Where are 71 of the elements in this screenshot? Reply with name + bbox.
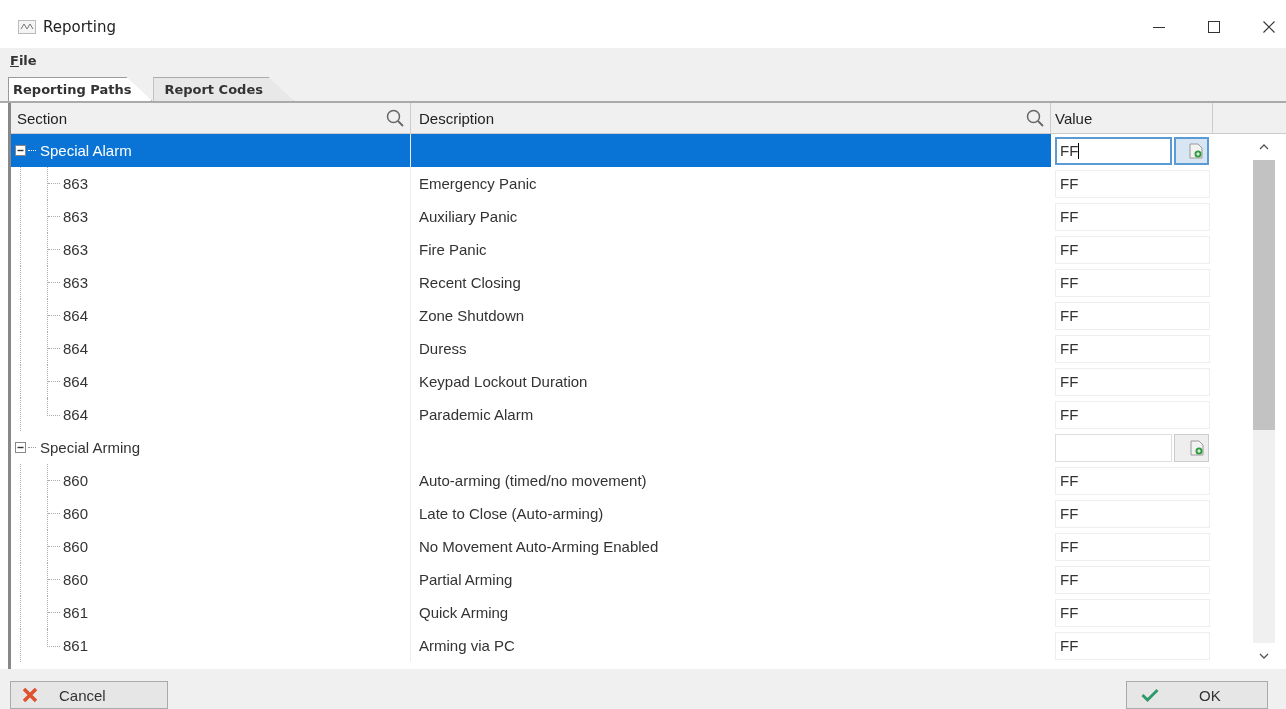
- value-field[interactable]: FF: [1055, 169, 1210, 198]
- value-input[interactable]: FF: [1055, 136, 1172, 165]
- menu-item[interactable]: File: [10, 52, 37, 68]
- value-field[interactable]: FF: [1055, 367, 1210, 396]
- column-header: Section: [17, 109, 68, 127]
- group-label: Special Alarm: [40, 142, 132, 159]
- table-cell: Duress: [419, 340, 467, 357]
- tab[interactable]: Reporting Paths: [8, 77, 153, 101]
- window-title: Reporting: [43, 18, 116, 36]
- table-cell: Auxiliary Panic: [419, 208, 518, 225]
- scroll-up-icon[interactable]: [1259, 144, 1269, 150]
- value-field[interactable]: FF: [1055, 202, 1210, 231]
- value-field[interactable]: FF: [1055, 499, 1210, 528]
- collapse-icon[interactable]: [15, 442, 26, 453]
- table-cell: Fire Panic: [419, 241, 487, 258]
- tab[interactable]: Report Codes: [153, 77, 294, 101]
- tree-row[interactable]: Special Arming: [11, 431, 1213, 464]
- app-icon: [18, 20, 36, 34]
- close-icon: [21, 687, 39, 703]
- file-add-icon: [1190, 439, 1204, 456]
- file-button[interactable]: [1174, 433, 1209, 462]
- close-icon[interactable]: [1262, 20, 1276, 34]
- value-field[interactable]: FF: [1055, 466, 1210, 495]
- table-cell: 860: [63, 571, 89, 588]
- collapse-icon[interactable]: [15, 145, 26, 156]
- table-cell: 864: [63, 307, 89, 324]
- table-cell: 864: [63, 373, 89, 390]
- value-input[interactable]: [1055, 433, 1172, 462]
- value-field[interactable]: FF: [1055, 598, 1210, 627]
- search-icon[interactable]: [1026, 109, 1044, 127]
- table-cell: 864: [63, 406, 89, 423]
- value-field[interactable]: FF: [1055, 400, 1210, 429]
- table-cell: 860: [63, 505, 89, 522]
- maximize-icon[interactable]: [1207, 20, 1221, 34]
- table-cell: 861: [63, 604, 89, 621]
- table-cell: 864: [63, 340, 89, 357]
- table-cell: Quick Arming: [419, 604, 509, 621]
- table-cell: Zone Shutdown: [419, 307, 525, 324]
- table-cell: Parademic Alarm: [419, 406, 534, 423]
- file-add-icon: [1189, 142, 1203, 159]
- search-icon[interactable]: [386, 109, 404, 127]
- checkmark-icon: [1141, 687, 1159, 703]
- table-cell: 863: [63, 241, 89, 258]
- table-cell: Recent Closing: [419, 274, 521, 291]
- table-cell: Emergency Panic: [419, 175, 537, 192]
- value-field[interactable]: FF: [1055, 235, 1210, 264]
- value-field[interactable]: FF: [1055, 301, 1210, 330]
- table-cell: Partial Arming: [419, 571, 513, 588]
- scroll-down-icon[interactable]: [1259, 653, 1269, 659]
- table-cell: No Movement Auto-Arming Enabled: [419, 538, 659, 555]
- column-header: Value: [1055, 109, 1093, 127]
- value-field[interactable]: FF: [1055, 565, 1210, 594]
- table-cell: 860: [63, 538, 89, 555]
- ok-button[interactable]: OK: [1126, 681, 1268, 709]
- table-cell: 863: [63, 175, 89, 192]
- table-cell: Keypad Lockout Duration: [419, 373, 588, 390]
- table-cell: Arming via PC: [419, 637, 515, 654]
- column-header: Description: [419, 109, 495, 127]
- table-cell: Auto-arming (timed/no movement): [419, 472, 647, 489]
- group-label: Special Arming: [40, 439, 141, 456]
- table-cell: 863: [63, 274, 89, 291]
- table-cell: Late to Close (Auto-arming): [419, 505, 604, 522]
- table-cell: 861: [63, 637, 89, 654]
- value-field[interactable]: FF: [1055, 631, 1210, 660]
- value-field[interactable]: FF: [1055, 532, 1210, 561]
- value-field[interactable]: FF: [1055, 334, 1210, 363]
- file-button[interactable]: [1174, 136, 1209, 165]
- table-cell: 860: [63, 472, 89, 489]
- table-cell: 863: [63, 208, 89, 225]
- value-field[interactable]: FF: [1055, 268, 1210, 297]
- cancel-button[interactable]: Cancel: [10, 681, 168, 709]
